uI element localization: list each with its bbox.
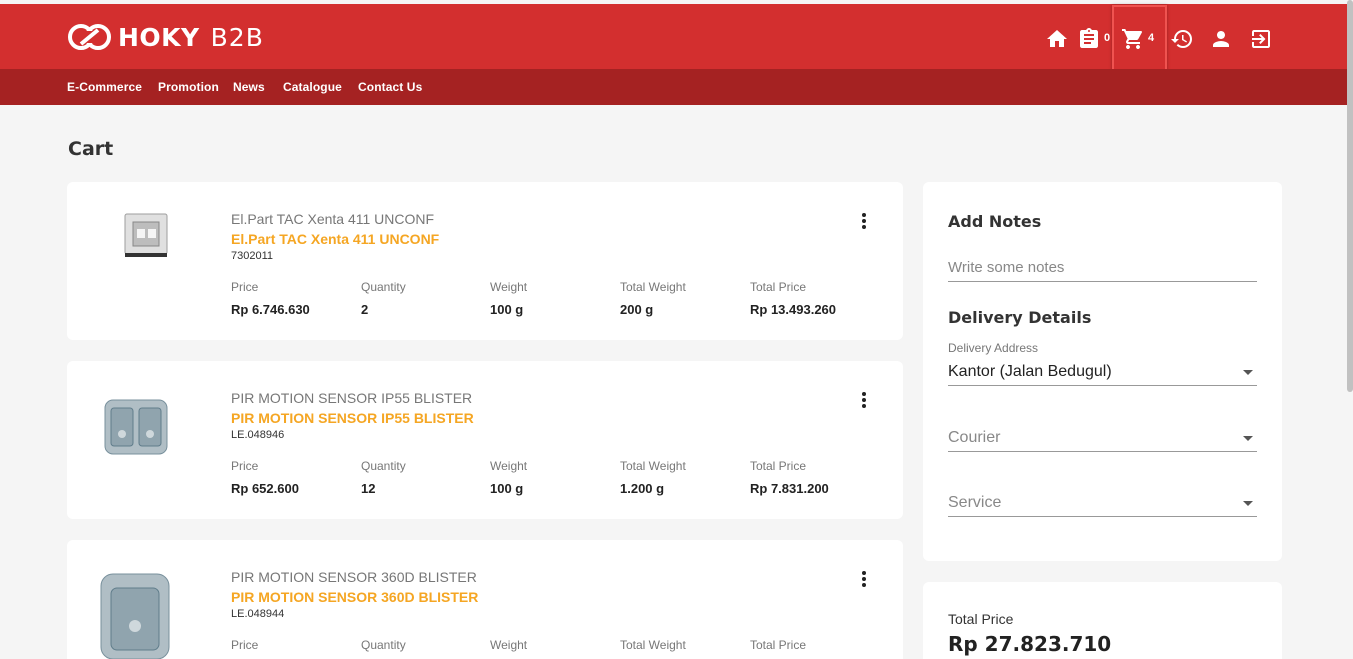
- total-price-label: Total Price: [750, 459, 807, 473]
- price-value: Rp 6.746.630: [231, 302, 310, 317]
- product-image: [104, 399, 168, 455]
- top-bar: HOKY B2B 0 4: [0, 4, 1353, 69]
- item-menu-button[interactable]: [861, 571, 867, 589]
- delivery-address-select[interactable]: Kantor (Jalan Bedugul): [948, 358, 1257, 386]
- cart-badge: 4: [1148, 32, 1155, 44]
- total-weight-label: Total Weight: [620, 459, 686, 473]
- cart-item: El.Part TAC Xenta 411 UNCONF El.Part TAC…: [67, 182, 903, 340]
- total-price-label: Total Price: [750, 638, 807, 652]
- nav-contact-us[interactable]: Contact Us: [358, 80, 422, 94]
- total-price-value: Rp 7.831.200: [750, 481, 829, 496]
- brand-sub: B2B: [210, 22, 264, 52]
- product-code: 7302011: [231, 250, 274, 262]
- logout-icon: [1252, 30, 1270, 48]
- total-price-value: Rp 27.823.710: [948, 632, 1112, 656]
- orders-button[interactable]: 0: [1077, 26, 1110, 52]
- weight-label: Weight: [490, 280, 528, 294]
- delivery-heading: Delivery Details: [948, 308, 1092, 327]
- total-weight-label: Total Weight: [620, 280, 686, 294]
- courier-select[interactable]: Courier: [948, 424, 1257, 452]
- home-button[interactable]: [1045, 26, 1069, 52]
- notes-heading: Add Notes: [948, 212, 1042, 231]
- cart-item: PIR MOTION SENSOR 360D BLISTER PIR MOTIO…: [67, 540, 903, 659]
- cart-item: PIR MOTION SENSOR IP55 BLISTER PIR MOTIO…: [67, 361, 903, 519]
- quantity-label: Quantity: [361, 638, 406, 652]
- nav-catalogue[interactable]: Catalogue: [283, 80, 342, 94]
- service-placeholder: Service: [948, 494, 1002, 511]
- product-name: PIR MOTION SENSOR IP55 BLISTER: [231, 390, 473, 406]
- product-name: El.Part TAC Xenta 411 UNCONF: [231, 211, 435, 227]
- quantity-value: 2: [361, 302, 369, 317]
- total-price-label: Total Price: [750, 280, 807, 294]
- history-button[interactable]: [1170, 26, 1194, 52]
- cart-button[interactable]: 4: [1121, 26, 1154, 52]
- home-icon: [1047, 30, 1067, 47]
- product-code: LE.048944: [231, 608, 285, 620]
- total-weight-label: Total Weight: [620, 638, 686, 652]
- notes-input[interactable]: [948, 254, 1257, 282]
- service-select[interactable]: Service: [948, 489, 1257, 517]
- total-price-label: Total Price: [948, 611, 1014, 627]
- product-title[interactable]: PIR MOTION SENSOR IP55 BLISTER: [231, 410, 474, 426]
- quantity-label: Quantity: [361, 280, 406, 294]
- product-code: LE.048946: [231, 429, 285, 441]
- quantity-value: 12: [361, 481, 376, 496]
- dropdown-arrow-icon: [1243, 501, 1253, 506]
- product-title[interactable]: El.Part TAC Xenta 411 UNCONF: [231, 231, 439, 247]
- order-summary-panel: Total Price Rp 27.823.710: [923, 582, 1282, 659]
- dropdown-arrow-icon: [1243, 436, 1253, 441]
- total-weight-value: 200 g: [620, 302, 654, 317]
- brand-name: HOKY: [118, 22, 200, 52]
- product-image: [124, 213, 168, 257]
- product-image: [100, 573, 170, 659]
- history-icon: [1171, 30, 1192, 49]
- cart-icon: [1122, 29, 1143, 49]
- profile-button[interactable]: [1209, 26, 1233, 52]
- nav-promotion[interactable]: Promotion: [158, 80, 219, 94]
- weight-value: 100 g: [490, 481, 524, 496]
- weight-label: Weight: [490, 459, 528, 473]
- nav-ecommerce[interactable]: E-Commerce: [67, 80, 142, 94]
- user-icon: [1213, 31, 1229, 47]
- item-menu-button[interactable]: [861, 213, 867, 231]
- weight-label: Weight: [490, 638, 528, 652]
- nav-bar: E-Commerce Promotion News Catalogue Cont…: [0, 69, 1353, 105]
- price-label: Price: [231, 280, 259, 294]
- item-menu-button[interactable]: [861, 392, 867, 410]
- brand-logo[interactable]: HOKY B2B: [67, 22, 264, 52]
- delivery-address-value: Kantor (Jalan Bedugul): [948, 363, 1112, 380]
- total-weight-value: 1.200 g: [620, 481, 665, 496]
- scrollbar[interactable]: [1347, 0, 1353, 392]
- price-label: Price: [231, 459, 259, 473]
- order-details-panel: Add Notes Delivery Details Delivery Addr…: [923, 182, 1282, 561]
- price-value: Rp 652.600: [231, 481, 299, 496]
- orders-badge: 0: [1104, 32, 1111, 44]
- weight-value: 100 g: [490, 302, 524, 317]
- price-label: Price: [231, 638, 259, 652]
- courier-placeholder: Courier: [948, 429, 1001, 446]
- dropdown-arrow-icon: [1243, 370, 1253, 375]
- product-title[interactable]: PIR MOTION SENSOR 360D BLISTER: [231, 589, 478, 605]
- page-title: Cart: [68, 138, 114, 160]
- total-price-value: Rp 13.493.260: [750, 302, 837, 317]
- clipboard-icon: [1080, 28, 1098, 48]
- hoky-logo-icon: [68, 24, 111, 50]
- product-name: PIR MOTION SENSOR 360D BLISTER: [231, 569, 477, 585]
- quantity-label: Quantity: [361, 459, 406, 473]
- delivery-address-label: Delivery Address: [948, 341, 1039, 355]
- nav-news[interactable]: News: [233, 80, 265, 94]
- logout-button[interactable]: [1249, 26, 1273, 52]
